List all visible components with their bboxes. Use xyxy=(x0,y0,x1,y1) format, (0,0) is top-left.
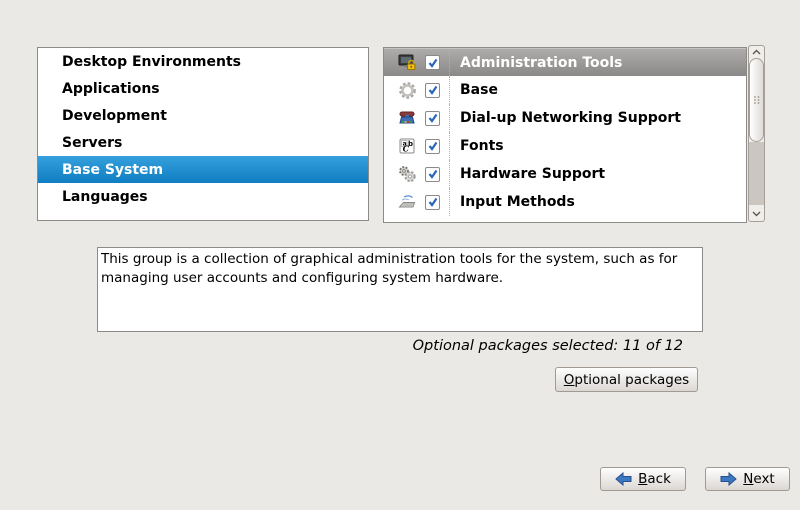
keyboard-icon xyxy=(395,193,419,212)
group-row-base[interactable]: Base xyxy=(384,76,746,104)
group-description-text: This group is a collection of graphical … xyxy=(97,247,703,332)
scroll-up-icon[interactable] xyxy=(749,46,764,58)
group-row-input-methods[interactable]: Input Methods xyxy=(384,188,746,216)
column-separator xyxy=(449,132,450,160)
category-label: Servers xyxy=(62,135,122,151)
column-separator xyxy=(449,188,450,216)
group-checkbox[interactable] xyxy=(425,167,440,182)
group-label: Hardware Support xyxy=(460,166,605,182)
group-checkbox[interactable] xyxy=(425,83,440,98)
group-label: Fonts xyxy=(460,138,504,154)
group-label: Input Methods xyxy=(460,194,575,210)
category-list: Desktop Environments Applications Develo… xyxy=(37,47,369,221)
phone-icon xyxy=(395,109,419,128)
group-checkbox[interactable] xyxy=(425,55,440,70)
category-label: Development xyxy=(62,108,167,124)
gear-icon xyxy=(395,81,419,100)
category-item-languages[interactable]: Languages xyxy=(38,183,368,210)
category-item-desktop-environments[interactable]: Desktop Environments xyxy=(38,48,368,75)
category-label: Applications xyxy=(62,81,160,97)
category-item-development[interactable]: Development xyxy=(38,102,368,129)
category-label: Desktop Environments xyxy=(62,54,241,70)
optional-packages-button[interactable]: Optional packages xyxy=(555,367,698,392)
package-selection-screen: Desktop Environments Applications Develo… xyxy=(0,0,800,510)
back-button[interactable]: Back xyxy=(600,467,686,491)
admin-tools-icon xyxy=(395,53,419,72)
group-label: Dial-up Networking Support xyxy=(460,110,681,126)
category-item-applications[interactable]: Applications xyxy=(38,75,368,102)
column-separator xyxy=(449,160,450,188)
scrollbar-trough[interactable] xyxy=(749,142,764,205)
next-button-label: Next xyxy=(743,471,774,487)
group-list-scrollbar[interactable] xyxy=(748,45,765,222)
back-button-label: Back xyxy=(638,471,671,487)
column-separator xyxy=(449,76,450,104)
group-label: Base xyxy=(460,82,498,98)
next-arrow-icon xyxy=(720,472,737,486)
group-row-dialup-networking[interactable]: Dial-up Networking Support xyxy=(384,104,746,132)
category-label: Base System xyxy=(62,162,163,178)
group-row-administration-tools[interactable]: Administration Tools xyxy=(384,48,746,76)
group-row-fonts[interactable]: a b C Fonts xyxy=(384,132,746,160)
svg-text:C: C xyxy=(402,143,409,153)
next-button[interactable]: Next xyxy=(705,467,790,491)
optional-packages-summary: Optional packages selected: 11 of 12 xyxy=(413,338,683,354)
optional-packages-button-label: Optional packages xyxy=(564,372,689,388)
scroll-down-icon[interactable] xyxy=(749,208,764,220)
fonts-icon: a b C xyxy=(395,137,419,156)
group-checkbox[interactable] xyxy=(425,195,440,210)
package-group-list: Administration Tools Base xyxy=(383,47,747,223)
group-row-hardware-support[interactable]: Hardware Support xyxy=(384,160,746,188)
scrollbar-thumb[interactable] xyxy=(749,58,764,142)
group-label: Administration Tools xyxy=(460,55,622,71)
category-item-servers[interactable]: Servers xyxy=(38,129,368,156)
category-label: Languages xyxy=(62,189,148,205)
group-checkbox[interactable] xyxy=(425,139,440,154)
gears-icon xyxy=(395,165,419,184)
category-item-base-system[interactable]: Base System xyxy=(38,156,368,183)
column-separator xyxy=(449,49,450,76)
column-separator xyxy=(449,104,450,132)
back-arrow-icon xyxy=(615,472,632,486)
group-checkbox[interactable] xyxy=(425,111,440,126)
